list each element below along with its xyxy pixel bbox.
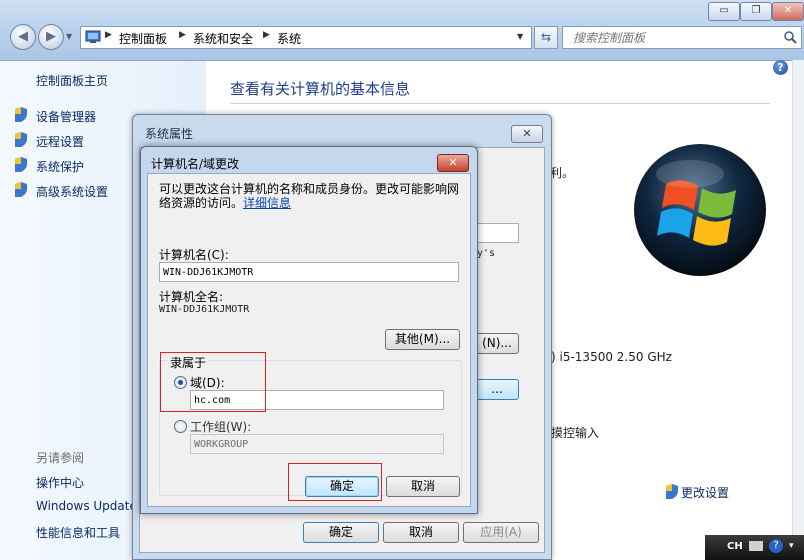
refresh-icon: ⇆ [540, 30, 552, 44]
sidebar-item-remote-settings[interactable]: 远程设置 [36, 133, 84, 150]
breadcrumb-system[interactable]: 系统 [277, 30, 301, 47]
shield-icon [15, 182, 27, 197]
network-id-button-fragment[interactable]: (N)... [475, 333, 519, 354]
refresh-button[interactable]: ⇆ [534, 26, 558, 49]
breadcrumb-separator-icon: ▶ [263, 30, 270, 40]
dialog-title: 系统属性 [145, 127, 194, 141]
search-input[interactable] [571, 27, 775, 48]
address-bar[interactable]: ▶ 控制面板 ▶ 系统和安全 ▶ 系统 ▼ [80, 26, 532, 49]
breadcrumb-separator-icon: ▶ [105, 30, 112, 40]
search-icon[interactable] [783, 30, 797, 44]
sysprop-cancel-button[interactable]: 取消 [383, 522, 459, 543]
shield-icon [15, 107, 27, 122]
sidebar-control-panel-home[interactable]: 控制面板主页 [36, 72, 108, 89]
breadcrumb-system-security[interactable]: 系统和安全 [193, 30, 253, 47]
computer-name-dialog: 计算机名/域更改 ✕ 可以更改这台计算机的名称和成员身份。更改可能影响网络资源的… [140, 146, 478, 514]
close-icon[interactable]: ✕ [437, 154, 469, 172]
shield-icon [15, 157, 27, 172]
sidebar-item-windows-update[interactable]: Windows Update [36, 499, 137, 513]
computer-name-label: 计算机名(C): [159, 248, 229, 262]
address-dropdown-icon[interactable]: ▼ [517, 32, 523, 41]
dialog-title: 计算机名/域更改 [151, 157, 240, 171]
sidebar-item-device-manager[interactable]: 设备管理器 [36, 108, 96, 125]
vertical-scrollbar[interactable] [792, 60, 804, 536]
full-name-label: 计算机全名: [159, 290, 224, 304]
workgroup-label: 工作组(W): [190, 420, 252, 434]
highlight-ok-button [288, 463, 382, 501]
maximize-button[interactable]: ❐ [740, 2, 772, 21]
text-fragment: y's [477, 248, 496, 259]
copyright-text-fragment: 利。 [550, 166, 575, 180]
recent-pages-chevron-icon[interactable]: ▼ [66, 32, 72, 41]
breadcrumb-control-panel[interactable]: 控制面板 [119, 30, 167, 47]
search-box[interactable] [562, 26, 802, 49]
description-field-fragment[interactable] [473, 223, 519, 243]
title-divider [230, 103, 770, 104]
sidebar-item-advanced-settings[interactable]: 高级系统设置 [36, 183, 108, 200]
description-text: 可以更改这台计算机的名称和成员身份。更改可能影响网络资源的访问。详细信息 [159, 182, 464, 210]
sysprop-ok-button[interactable]: 确定 [303, 522, 379, 543]
control-panel-icon [85, 30, 101, 43]
keyboard-icon[interactable] [749, 541, 763, 551]
change-settings-link[interactable]: 更改设置 [681, 484, 729, 501]
close-window-button[interactable]: ✕ [772, 2, 804, 21]
tray-options-icon[interactable]: ▾ [789, 541, 794, 551]
computer-name-field[interactable]: WIN-DDJ61KJMOTR [159, 262, 459, 282]
sidebar-item-system-protection[interactable]: 系统保护 [36, 158, 84, 175]
windows-logo [634, 144, 766, 276]
close-icon[interactable]: ✕ [511, 125, 543, 143]
sidebar-item-action-center[interactable]: 操作中心 [36, 474, 84, 491]
language-indicator[interactable]: CH [727, 541, 743, 552]
full-name-value: WIN-DDJ61KJMOTR [159, 304, 250, 315]
sidebar-item-performance[interactable]: 性能信息和工具 [36, 524, 120, 541]
see-also-header: 另请参阅 [36, 451, 85, 465]
breadcrumb-separator-icon: ▶ [179, 30, 186, 40]
details-link[interactable]: 详细信息 [243, 196, 291, 210]
cancel-button[interactable]: 取消 [386, 476, 460, 497]
workgroup-radio[interactable] [174, 420, 187, 433]
forward-button[interactable]: ▶ [38, 24, 64, 50]
other-button[interactable]: 其他(M)... [385, 329, 460, 350]
forward-arrow-icon: ▶ [46, 29, 56, 44]
workgroup-input[interactable]: WORKGROUP [190, 434, 444, 454]
sysprop-apply-button[interactable]: 应用(A) [463, 522, 539, 543]
back-arrow-icon: ◀ [18, 29, 28, 44]
change-button-fragment[interactable]: ... [475, 379, 519, 400]
dialog-body: 可以更改这台计算机的名称和成员身份。更改可能影响网络资源的访问。详细信息 计算机… [147, 173, 471, 507]
help-icon[interactable]: ? [773, 60, 788, 75]
description-label: 可以更改这台计算机的名称和成员身份。更改可能影响网络资源的访问。 [159, 182, 460, 210]
processor-text-fragment: ) i5-13500 2.50 GHz [551, 350, 672, 364]
touch-input-text-fragment: 摸控输入 [551, 426, 600, 440]
highlight-member-of [160, 352, 266, 412]
shield-icon [666, 484, 678, 499]
page-title: 查看有关计算机的基本信息 [230, 80, 411, 98]
help-icon[interactable]: ? [769, 539, 783, 553]
back-button[interactable]: ◀ [10, 24, 36, 50]
shield-icon [15, 132, 27, 147]
minimize-button[interactable]: ▭ [708, 2, 740, 21]
taskbar-tray: CH ? ▾ [705, 535, 804, 560]
window-titlebar: ▭ ❐ ✕ ◀ ▶ ▼ ▶ 控制面板 ▶ 系统和安全 ▶ 系统 ▼ ⇆ [0, 0, 804, 61]
